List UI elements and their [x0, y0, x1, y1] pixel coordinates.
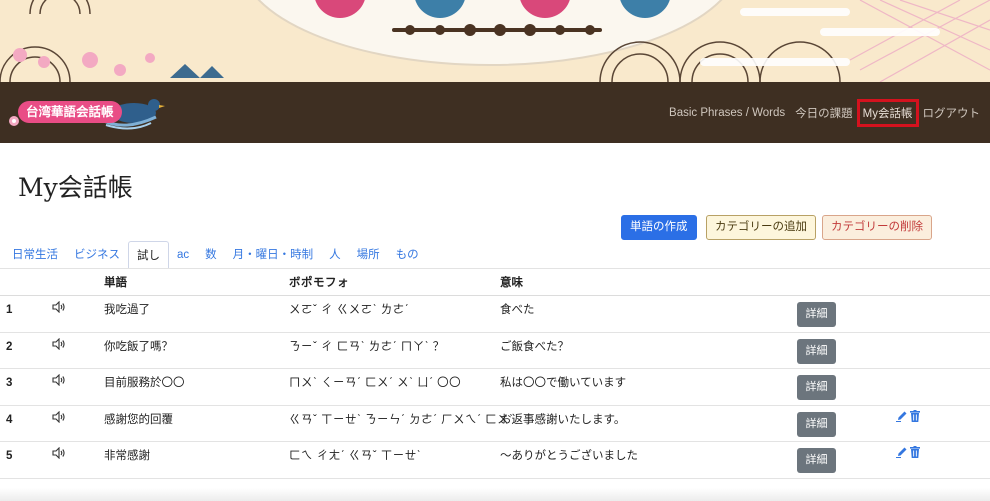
speaker-icon[interactable]: [52, 296, 66, 324]
detail-button[interactable]: 詳細: [797, 375, 836, 400]
row-number: 5: [6, 450, 13, 462]
header-meaning: 意味: [500, 277, 523, 289]
create-word-button[interactable]: 単語の作成: [621, 215, 697, 240]
site-logo[interactable]: 台湾華語会話帳: [6, 91, 166, 133]
tab-ac[interactable]: ac: [169, 241, 197, 269]
word-cell: 非常感謝: [104, 450, 150, 462]
table-header: 単語 ボポモフォ 意味: [0, 270, 990, 296]
top-navbar: 台湾華語会話帳 Basic Phrases / Words 今日の課題 My会話…: [0, 82, 990, 143]
tab-people[interactable]: 人: [321, 241, 349, 269]
table-body: 1 我吃過了 ㄨㄛˇ ㄔ ㄍㄨㄛˋ ㄌㄜˊ 食べた 詳細 2 你吃飯了嗎？ ㄋㄧˇ ㄔ ㄈㄢˋ…: [0, 296, 990, 479]
page-title: My会話帳: [18, 173, 133, 202]
tab-places[interactable]: 場所: [349, 241, 388, 269]
logo-text: 台湾華語会話帳: [18, 101, 122, 123]
meaning-cell: お返事感謝いたします。: [500, 413, 626, 426]
table-row: 4 感謝您的回覆 ㄍㄢˇ ㄒㄧㄝˋ ㄋㄧㄣˊ ㄉㄜˊ ㄏㄨㄟˊ ㄈㄨˋ お返事感謝いた…: [0, 406, 990, 442]
word-cell: 感謝您的回覆: [104, 413, 173, 426]
tab-month-day-tense[interactable]: 月・曜日・時制: [225, 241, 322, 269]
word-cell: 目前服務於〇〇: [104, 377, 185, 389]
row-number: 4: [6, 413, 13, 426]
row-edit-actions: [896, 409, 920, 425]
trash-icon[interactable]: [910, 446, 920, 461]
row-edit-actions: [896, 446, 920, 461]
bopomofo-cell: ㄈㄟ ㄔㄤˊ ㄍㄢˇ ㄒㄧㄝˋ: [289, 450, 422, 462]
speaker-icon[interactable]: [52, 333, 66, 361]
tabs-divider: [0, 268, 990, 269]
edit-pencil-icon[interactable]: [896, 446, 908, 461]
add-category-button[interactable]: カテゴリーの追加: [706, 215, 816, 240]
detail-button[interactable]: 詳細: [797, 338, 836, 364]
bopomofo-cell: ㄋㄧˇ ㄔ ㄈㄢˋ ㄌㄜˊ ㄇㄚˋ ？: [289, 340, 445, 353]
detail-button[interactable]: 詳細: [797, 411, 836, 437]
detail-button[interactable]: 詳細: [797, 448, 836, 473]
meaning-cell: 〜ありがとうございました: [500, 450, 638, 462]
word-cell: 我吃過了: [104, 304, 150, 316]
table-row: 3 目前服務於〇〇 ㄇㄨˋ ㄑㄧㄢˊ ㄈㄨˊ ㄨˋ ㄩˊ 〇〇 私は〇〇で働いています…: [0, 369, 990, 406]
meaning-cell: 私は〇〇で働いています: [500, 377, 627, 389]
decorative-banner: [0, 0, 990, 82]
table-row: 1 我吃過了 ㄨㄛˇ ㄔ ㄍㄨㄛˋ ㄌㄜˊ 食べた 詳細: [0, 296, 990, 333]
meaning-cell: 食べた: [500, 304, 535, 316]
nav-link-basic-phrases[interactable]: Basic Phrases / Words: [669, 107, 785, 119]
banner-artwork: [0, 0, 990, 82]
edit-pencil-icon[interactable]: [896, 410, 908, 425]
row-number: 2: [6, 340, 13, 353]
speaker-icon[interactable]: [52, 369, 66, 397]
bopomofo-cell: ㄍㄢˇ ㄒㄧㄝˋ ㄋㄧㄣˊ ㄉㄜˊ ㄏㄨㄟˊ ㄈㄨˋ: [289, 413, 514, 426]
tab-business[interactable]: ビジネス: [66, 241, 128, 269]
detail-button[interactable]: 詳細: [797, 302, 836, 327]
table-row: 2 你吃飯了嗎？ ㄋㄧˇ ㄔ ㄈㄢˋ ㄌㄜˊ ㄇㄚˋ ？ ご飯食べた？ 詳細: [0, 333, 990, 369]
table-row: 5 非常感謝 ㄈㄟ ㄔㄤˊ ㄍㄢˇ ㄒㄧㄝˋ 〜ありがとうございました 詳細: [0, 442, 990, 479]
word-table: 単語 ボポモフォ 意味 1 我吃過了 ㄨㄛˇ ㄔ ㄍㄨㄛˋ ㄌㄜˊ 食べた 詳細 2 你吃飯…: [0, 270, 990, 479]
row-number: 1: [6, 304, 13, 316]
trash-icon[interactable]: [910, 409, 920, 425]
nav-link-my-phrasebook[interactable]: My会話帳: [856, 98, 919, 127]
tab-daily-life[interactable]: 日常生活: [4, 241, 66, 269]
speaker-icon[interactable]: [52, 406, 66, 434]
word-cell: 你吃飯了嗎？: [104, 340, 173, 353]
row-number: 3: [6, 377, 13, 389]
nav-link-logout[interactable]: ログアウト: [923, 105, 981, 121]
category-tabs: 日常生活 ビジネス 試し ac 数 月・曜日・時制 人 場所 もの: [4, 239, 427, 269]
header-bopomofo: ボポモフォ: [289, 277, 349, 289]
speaker-icon[interactable]: [52, 442, 66, 470]
bopomofo-cell: ㄨㄛˇ ㄔ ㄍㄨㄛˋ ㄌㄜˊ: [289, 304, 410, 316]
nav-link-todays-task[interactable]: 今日の課題: [795, 105, 853, 121]
page-bottom-shadow: [0, 488, 990, 501]
header-word: 単語: [104, 277, 127, 289]
tab-trial[interactable]: 試し: [128, 241, 169, 269]
meaning-cell: ご飯食べた？: [500, 340, 569, 353]
tab-things[interactable]: もの: [388, 241, 427, 269]
tab-numbers[interactable]: 数: [197, 241, 225, 269]
nav-links: Basic Phrases / Words 今日の課題 My会話帳 ログアウト: [659, 82, 980, 143]
delete-category-button[interactable]: カテゴリーの削除: [822, 215, 932, 240]
bopomofo-cell: ㄇㄨˋ ㄑㄧㄢˊ ㄈㄨˊ ㄨˋ ㄩˊ 〇〇: [289, 377, 462, 389]
